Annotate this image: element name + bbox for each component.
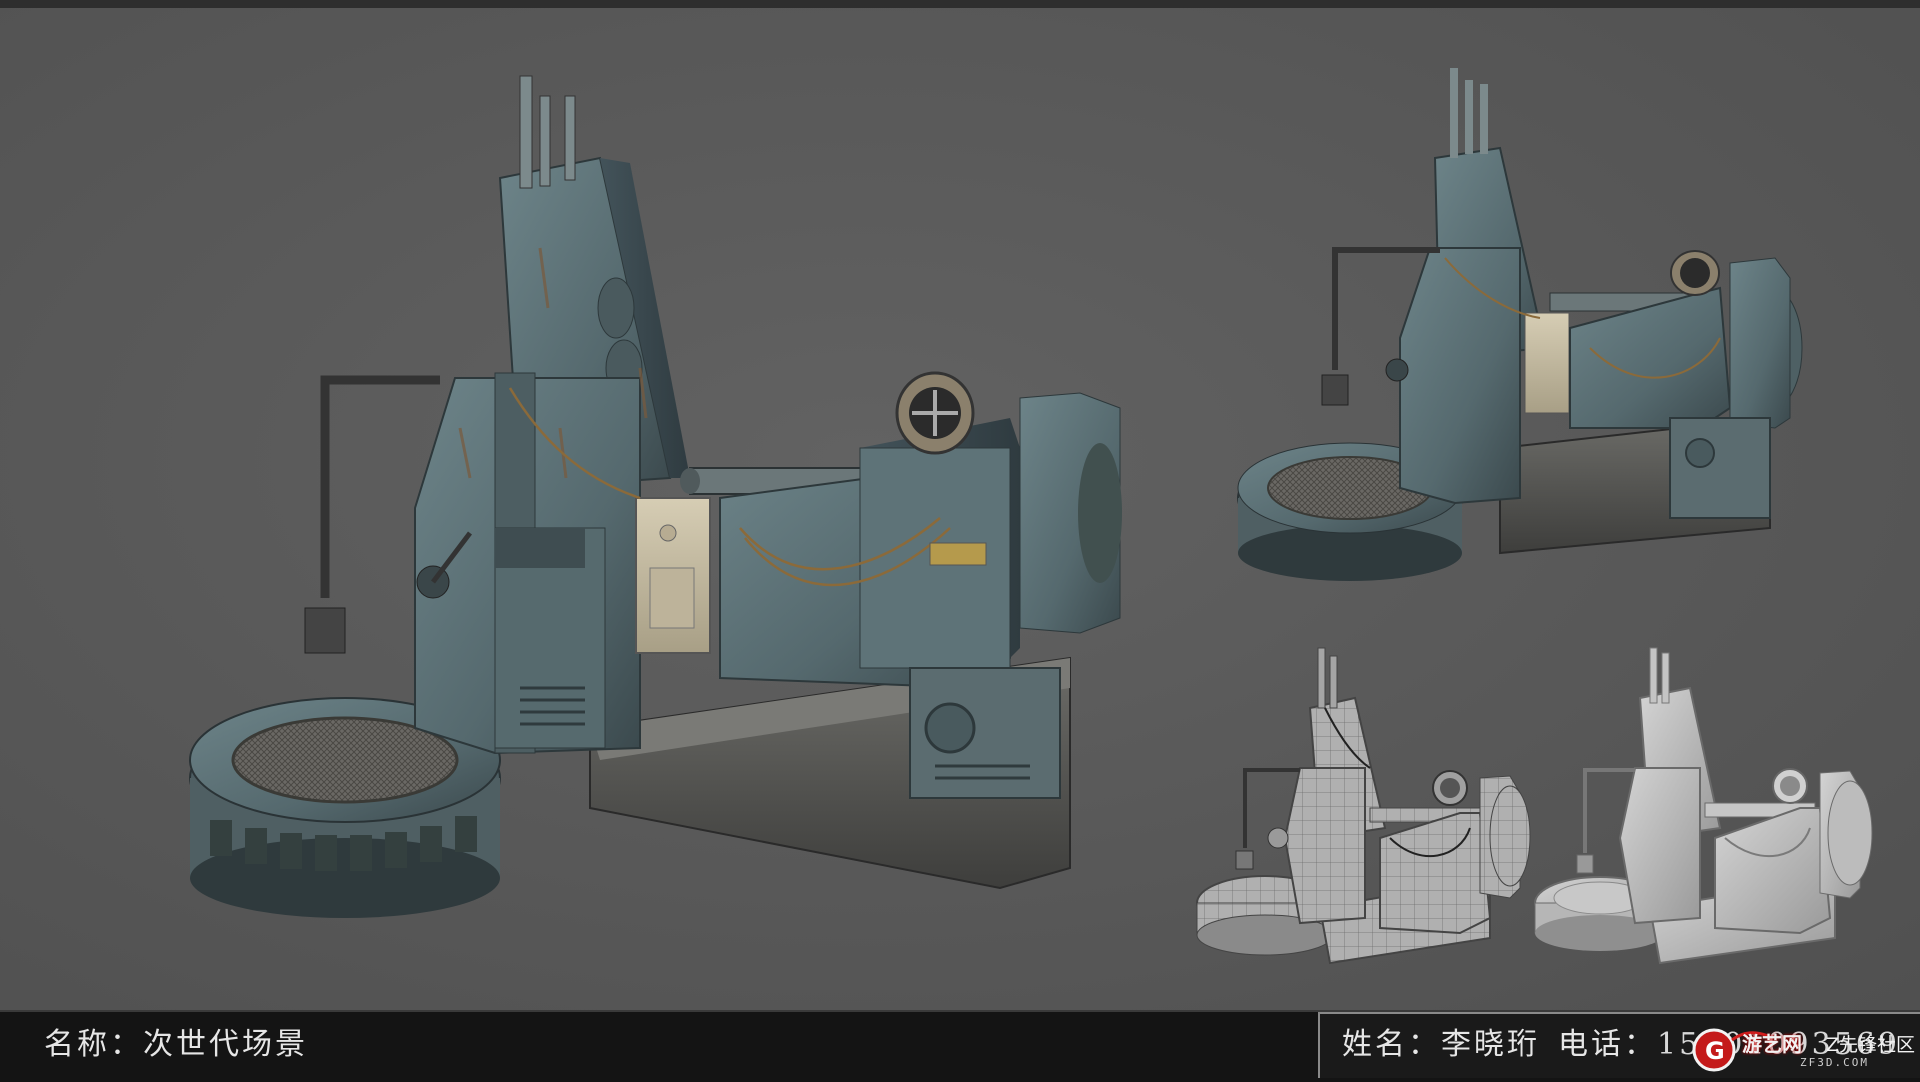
- watermark-url: ZF3D.COM: [1800, 1056, 1869, 1069]
- render-canvas: [0, 8, 1920, 1010]
- svg-text:G: G: [1705, 1037, 1725, 1065]
- machine-main-render: [189, 75, 1122, 918]
- watermark-site-name: 游艺网: [1742, 1032, 1802, 1056]
- watermark-community: Z先锋社区: [1826, 1034, 1916, 1056]
- scene-svg: [189, 68, 1873, 965]
- machine-clay-render: [1534, 647, 1873, 965]
- machine-wireframe-render: [1196, 647, 1531, 965]
- project-name-label: 名称：次世代场景: [44, 1027, 308, 1062]
- author-name: 姓名：李晓珩: [1342, 1027, 1540, 1062]
- machine-back-render: [1237, 68, 1803, 581]
- phone-label: 电话：: [1558, 1027, 1657, 1062]
